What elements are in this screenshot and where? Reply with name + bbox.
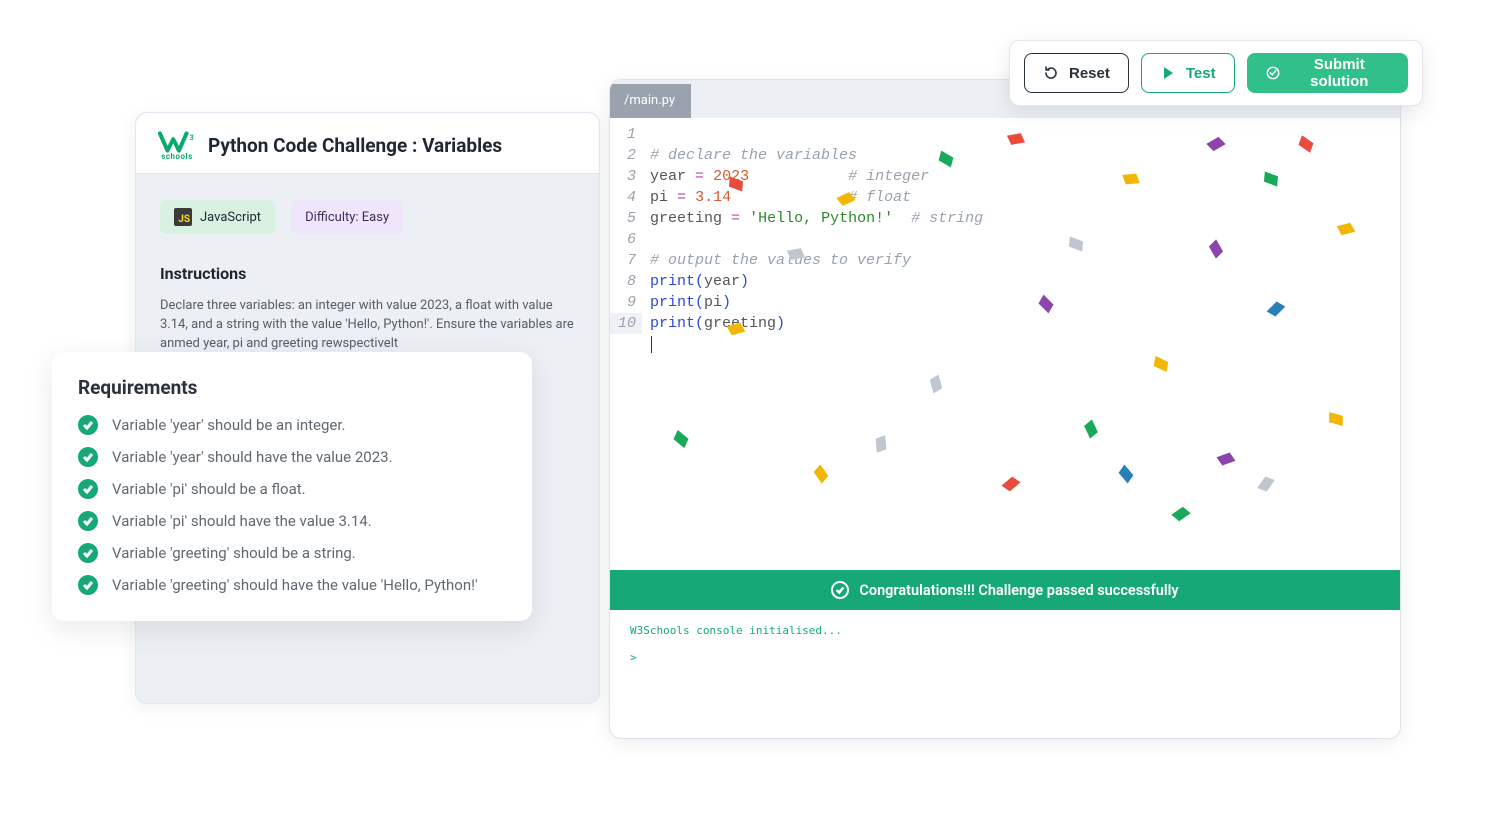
- console-line: W3Schools console initialised...: [630, 624, 1380, 637]
- instructions-heading: Instructions: [160, 264, 575, 283]
- requirements-heading: Requirements: [78, 376, 506, 399]
- check-icon: [78, 479, 98, 499]
- check-circle-icon: [1266, 65, 1280, 81]
- console-prompt: >: [630, 651, 1380, 664]
- check-icon: [78, 447, 98, 467]
- editor-panel: /main.py 12345678910 # declare the varia…: [609, 79, 1401, 739]
- requirement-item: Variable 'pi' should have the value 3.14…: [78, 511, 506, 531]
- requirement-item: Variable 'pi' should be a float.: [78, 479, 506, 499]
- w3schools-logo: 3 schools: [158, 131, 196, 159]
- instruction-header: 3 schools Python Code Challenge : Variab…: [136, 113, 599, 174]
- badge-row: JS JavaScript Difficulty: Easy: [160, 200, 575, 234]
- editor-tab[interactable]: /main.py: [610, 84, 691, 118]
- language-label: JavaScript: [200, 210, 261, 225]
- requirements-list: Variable 'year' should be an integer. Var…: [78, 415, 506, 595]
- requirement-item: Variable 'year' should have the value 20…: [78, 447, 506, 467]
- javascript-icon: JS: [174, 208, 192, 226]
- instructions-body: Declare three variables: an integer with…: [160, 297, 575, 354]
- requirement-text: Variable 'pi' should have the value 3.14…: [112, 512, 372, 530]
- submit-button[interactable]: Submit solution: [1247, 53, 1408, 93]
- requirement-item: Variable 'year' should be an integer.: [78, 415, 506, 435]
- requirements-card: Requirements Variable 'year' should be a…: [52, 352, 532, 621]
- requirement-text: Variable 'year' should have the value 20…: [112, 448, 393, 466]
- check-icon: [78, 543, 98, 563]
- success-banner: Congratulations!!! Challenge passed succ…: [610, 570, 1400, 610]
- check-icon: [78, 415, 98, 435]
- reset-button[interactable]: Reset: [1024, 53, 1129, 93]
- play-icon: [1160, 65, 1176, 81]
- difficulty-badge: Difficulty: Easy: [291, 200, 403, 234]
- language-badge: JS JavaScript: [160, 200, 275, 234]
- line-gutter: 12345678910: [610, 118, 642, 355]
- requirement-text: Variable 'pi' should be a float.: [112, 480, 306, 498]
- check-icon: [78, 511, 98, 531]
- requirement-text: Variable 'year' should be an integer.: [112, 416, 346, 434]
- test-button[interactable]: Test: [1141, 53, 1235, 93]
- requirement-text: Variable 'greeting' should have the valu…: [112, 576, 478, 594]
- output-console: W3Schools console initialised... >: [610, 610, 1400, 738]
- code-content[interactable]: # declare the variables year = 2023 # in…: [642, 118, 1400, 355]
- text-caret: [651, 336, 652, 353]
- check-icon: [78, 575, 98, 595]
- action-bar: Reset Test Submit solution: [1009, 40, 1423, 106]
- svg-text:3: 3: [189, 133, 193, 142]
- requirement-item: Variable 'greeting' should be a string.: [78, 543, 506, 563]
- requirement-text: Variable 'greeting' should be a string.: [112, 544, 356, 562]
- code-editor[interactable]: 12345678910 # declare the variables year…: [610, 118, 1400, 355]
- reset-icon: [1043, 65, 1059, 81]
- requirement-item: Variable 'greeting' should have the valu…: [78, 575, 506, 595]
- challenge-title: Python Code Challenge : Variables: [208, 134, 502, 157]
- check-circle-icon: [831, 581, 849, 599]
